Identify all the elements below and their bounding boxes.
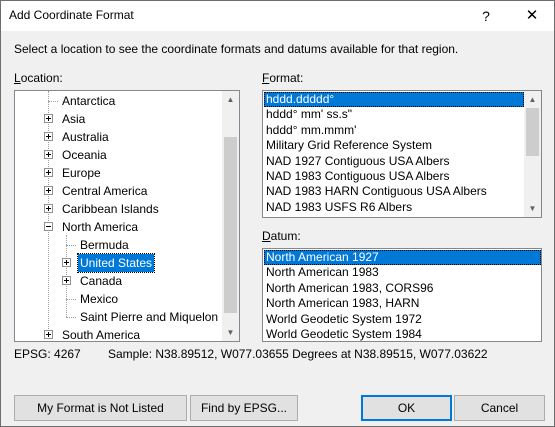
expand-icon[interactable]: [62, 258, 71, 267]
location-label: Location:: [14, 71, 63, 85]
expand-icon[interactable]: [44, 330, 53, 339]
scroll-down-icon[interactable]: ▼: [222, 324, 239, 341]
my-format-not-listed-button[interactable]: My Format is Not Listed: [14, 395, 187, 421]
datum-list-item[interactable]: World Geodetic System 1972: [264, 312, 541, 327]
datum-list[interactable]: North American 1927 North American 1983 No…: [262, 248, 542, 342]
datum-list-item[interactable]: North American 1983, CORS96: [264, 281, 541, 296]
dialog-title: Add Coordinate Format: [9, 8, 134, 22]
format-list-item[interactable]: NAD 1927 Contiguous USA Albers: [264, 154, 524, 169]
tree-node-label: Caribbean Islands: [62, 202, 159, 216]
tree-node-label: Europe: [62, 166, 101, 180]
format-list-item[interactable]: Military Grid Reference System: [264, 138, 524, 153]
expand-icon[interactable]: [44, 168, 53, 177]
tree-node-label: Mexico: [80, 292, 119, 306]
tree-connector-line: [48, 101, 58, 102]
format-list-item[interactable]: NAD 1983 USFS R6 Albers: [264, 200, 524, 215]
format-list-item[interactable]: NAD 1983 USFS R8 Albers: [264, 215, 524, 217]
tree-node-label: Central America: [62, 184, 148, 198]
tree-node-label: Antarctica: [62, 94, 116, 108]
sample-text: Sample: N38.89512, W077.03655 Degrees at…: [108, 347, 488, 361]
expand-icon[interactable]: [44, 132, 53, 141]
tree-node-label: North America: [62, 220, 139, 234]
datum-label: Datum:: [262, 229, 301, 243]
tree-node-label: Bermuda: [80, 238, 129, 252]
tree-node-label: Saint Pierre and Miquelon: [80, 310, 219, 324]
cancel-button[interactable]: Cancel: [454, 395, 545, 421]
format-scrollbar[interactable]: ▲ ▼: [524, 91, 541, 217]
instruction-text: Select a location to see the coordinate …: [14, 42, 459, 56]
help-icon[interactable]: ?: [463, 1, 509, 31]
format-list-item[interactable]: NAD 1983 HARN Contiguous USA Albers: [264, 184, 524, 199]
add-coordinate-format-dialog: Add Coordinate Format ? ✕ Select a locat…: [0, 0, 555, 427]
datum-list-item[interactable]: North American 1983, HARN: [264, 296, 541, 311]
close-icon[interactable]: ✕: [509, 1, 555, 31]
epsg-code: EPSG: 4267: [14, 347, 81, 361]
collapse-icon[interactable]: [44, 222, 53, 231]
ok-button[interactable]: OK: [361, 395, 452, 421]
format-list-item[interactable]: NAD 1983 Contiguous USA Albers: [264, 169, 524, 184]
scroll-down-icon[interactable]: ▼: [524, 200, 541, 217]
datum-list-item[interactable]: North American 1927: [264, 250, 541, 265]
find-by-epsg-button[interactable]: Find by EPSG...: [190, 395, 298, 421]
scroll-thumb[interactable]: [224, 137, 237, 313]
format-list[interactable]: hddd.ddddd° hddd° mm' ss.s" hddd° mm.mmm' M…: [262, 90, 542, 218]
scroll-up-icon[interactable]: ▲: [222, 91, 239, 108]
format-list-item[interactable]: hddd° mm.mmm': [264, 123, 524, 138]
tree-connector-line: [66, 299, 76, 300]
scroll-up-icon[interactable]: ▲: [524, 91, 541, 108]
expand-icon[interactable]: [62, 276, 71, 285]
format-list-item[interactable]: hddd° mm' ss.s": [264, 107, 524, 122]
tree-node-label: Canada: [80, 274, 123, 288]
scroll-thumb[interactable]: [526, 108, 539, 156]
tree-node-label: Asia: [62, 112, 86, 126]
tree-connector-line: [48, 91, 49, 337]
tree-connector-line: [66, 317, 76, 318]
tree-node-label: South America: [62, 328, 141, 342]
location-tree[interactable]: Antarctica Asia Australia Oceania Europe Cent…: [14, 90, 240, 342]
datum-list-item[interactable]: North American 1983: [264, 265, 541, 280]
format-label: Format:: [262, 71, 304, 85]
tree-node-label: United States: [76, 253, 156, 273]
tree-node-label: Australia: [62, 130, 109, 144]
location-scrollbar[interactable]: ▲ ▼: [222, 91, 239, 341]
title-bar: Add Coordinate Format ? ✕: [1, 1, 554, 31]
tree-connector-line: [66, 245, 76, 246]
tree-node-label: Oceania: [62, 148, 107, 162]
expand-icon[interactable]: [44, 186, 53, 195]
format-list-item[interactable]: hddd.ddddd°: [264, 92, 524, 107]
datum-list-item[interactable]: World Geodetic System 1984: [264, 327, 541, 341]
expand-icon[interactable]: [44, 114, 53, 123]
expand-icon[interactable]: [44, 150, 53, 159]
expand-icon[interactable]: [44, 204, 53, 213]
